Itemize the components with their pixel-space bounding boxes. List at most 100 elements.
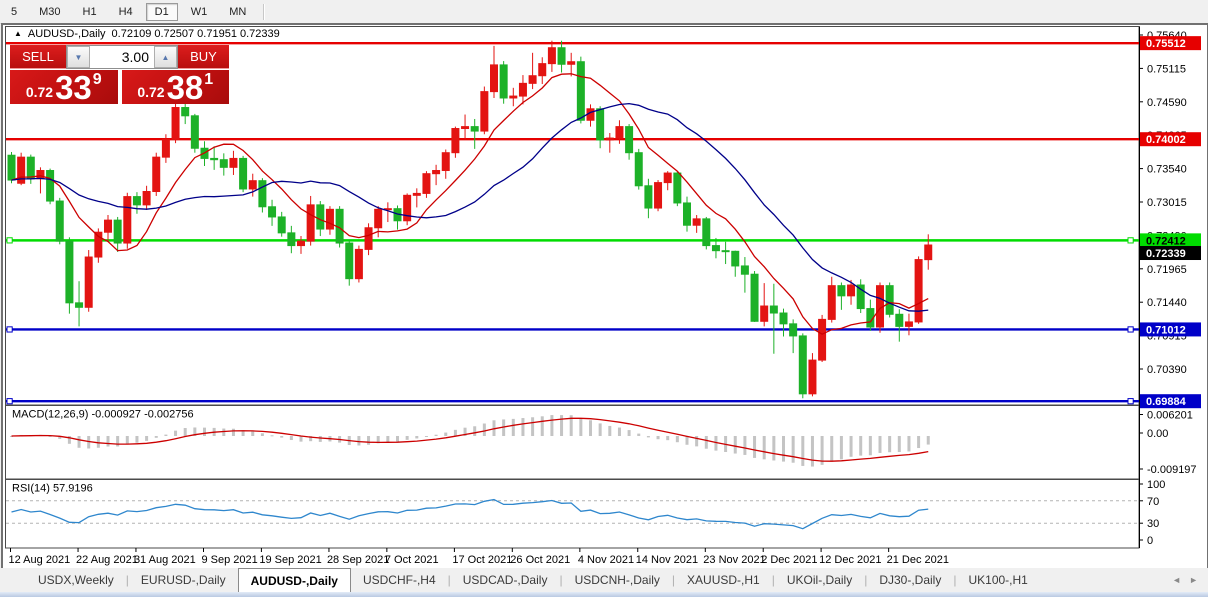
candle	[26, 156, 35, 180]
rsi-panel[interactable]	[5, 479, 1140, 549]
candle	[239, 157, 248, 190]
candle	[470, 126, 479, 132]
timeframe-button-m30[interactable]: M30	[30, 3, 69, 21]
macd-bar	[830, 436, 834, 462]
time-tick-label: 9 Sep 2021	[202, 554, 258, 566]
candle	[142, 191, 151, 206]
macd-bar	[511, 418, 515, 436]
buy-button[interactable]: BUY	[178, 45, 229, 69]
macd-bar	[733, 436, 737, 454]
macd-bar	[617, 427, 621, 436]
candle	[721, 250, 730, 253]
macd-bar	[917, 436, 921, 449]
candle	[567, 61, 576, 65]
chart-tab-usdchf-h4[interactable]: USDCHF-,H4	[351, 568, 448, 592]
line-handle-right[interactable]	[1127, 398, 1134, 405]
macd-bar	[656, 436, 660, 440]
chart-tab-xauusd-h1[interactable]: XAUUSD-,H1	[675, 568, 772, 592]
macd-axis[interactable]: 0.006201 0.00 -0.009197	[1139, 410, 1197, 477]
time-tick-label: 2 Dec 2021	[761, 554, 817, 566]
macd-bar	[627, 430, 631, 436]
timeframe-button-h1[interactable]: H1	[74, 3, 106, 21]
macd-bar	[318, 436, 322, 442]
sell-price-prefix: 0.72	[25, 84, 54, 100]
line-handle-left[interactable]	[6, 237, 13, 244]
tab-scroll-left-icon[interactable]: ◄	[1172, 575, 1181, 585]
candle	[354, 248, 363, 280]
chart-title-ohlc: 0.72109 0.72507 0.71951 0.72339	[111, 28, 280, 40]
price-tick-label: 0.75115	[1147, 63, 1186, 75]
time-tick-label: 12 Dec 2021	[819, 554, 881, 566]
macd-bar	[357, 436, 361, 446]
candle	[509, 95, 518, 99]
candle	[528, 75, 537, 84]
candle	[711, 245, 720, 252]
chart-tab-ukoil-daily[interactable]: UKOil-,Daily	[775, 568, 864, 592]
line-handle-left[interactable]	[6, 398, 13, 405]
candle	[644, 185, 653, 209]
macd-bar	[145, 436, 149, 441]
candle	[84, 256, 93, 308]
candle	[403, 194, 412, 222]
timeframe-button-5[interactable]: 5	[2, 3, 26, 21]
macd-bar	[174, 430, 178, 436]
timeframe-button-mn[interactable]: MN	[220, 3, 255, 21]
candle	[451, 128, 460, 154]
macd-bar	[704, 436, 708, 449]
candle	[847, 284, 856, 297]
macd-bar	[96, 436, 100, 448]
chart-tab-uk100-h1[interactable]: UK100-,H1	[956, 568, 1039, 592]
macd-bar	[424, 436, 428, 437]
candle	[808, 359, 817, 395]
volume-increase-icon[interactable]: ▲	[154, 46, 177, 68]
macd-bar	[231, 428, 235, 436]
macd-bar	[531, 417, 535, 436]
candle	[161, 138, 170, 158]
candle	[325, 208, 334, 230]
macd-bar	[154, 436, 158, 438]
tab-scroll-arrows: ◄ ►	[1172, 568, 1208, 592]
macd-bar	[77, 436, 81, 448]
macd-bar	[260, 433, 264, 436]
candle	[277, 216, 286, 234]
time-tick-label: 19 Sep 2021	[259, 554, 321, 566]
chart-tab-usdcad-daily[interactable]: USDCAD-,Daily	[451, 568, 560, 592]
chart-tab-dj30-daily[interactable]: DJ30-,Daily	[867, 568, 953, 592]
chart-tab-usdx-weekly[interactable]: USDX,Weekly	[26, 568, 126, 592]
candle	[538, 63, 547, 77]
chart-tab-usdcnh-daily[interactable]: USDCNH-,Daily	[563, 568, 672, 592]
candle	[258, 180, 267, 208]
sell-price-button[interactable]: 0.72 33 9	[10, 70, 118, 104]
chart-tab-audusd-daily[interactable]: AUDUSD-,Daily	[237, 568, 351, 592]
candle	[268, 206, 277, 218]
candle	[518, 82, 527, 97]
buy-price-button[interactable]: 0.72 38 1	[121, 70, 229, 104]
candle	[760, 305, 769, 322]
candle	[914, 259, 923, 323]
candle	[750, 273, 759, 322]
volume-decrease-icon[interactable]: ▼	[67, 46, 90, 68]
volume-field[interactable]: 3.00	[90, 46, 154, 68]
timeframe-button-d1[interactable]: D1	[145, 2, 178, 21]
candle	[345, 242, 354, 280]
price-badge-label: 0.72339	[1146, 248, 1186, 260]
price-tick-label: 0.70390	[1147, 364, 1187, 376]
rsi-axis[interactable]: 100 70 30 0	[1139, 479, 1165, 547]
timeframe-button-h4[interactable]: H4	[110, 3, 142, 21]
tab-scroll-right-icon[interactable]: ►	[1189, 575, 1198, 585]
chart-tab-eurusd-daily[interactable]: EURUSD-,Daily	[129, 568, 238, 592]
candle	[104, 219, 112, 233]
one-click-trade-panel: SELL ▼ 3.00 ▲ BUY 0.72 33 9 0.72 38 1	[10, 45, 229, 104]
price-tick-label: 0.71440	[1147, 297, 1187, 309]
line-handle-left[interactable]	[6, 326, 13, 333]
line-handle-right[interactable]	[1127, 237, 1134, 244]
chart-canvas[interactable]: 0.756400.751150.745900.740650.735400.730…	[3, 25, 1203, 566]
timeframe-button-w1[interactable]: W1	[182, 3, 217, 21]
price-tick-label: 0.73015	[1147, 197, 1187, 209]
time-axis[interactable]: 12 Aug 2021 22 Aug 202131 Aug 2021 9 Sep 2…	[9, 548, 950, 566]
candle	[152, 156, 161, 193]
line-handle-right[interactable]	[1127, 326, 1134, 333]
price-tick-label: 0.71965	[1147, 264, 1187, 276]
sell-button[interactable]: SELL	[10, 45, 66, 69]
candle	[132, 196, 141, 206]
